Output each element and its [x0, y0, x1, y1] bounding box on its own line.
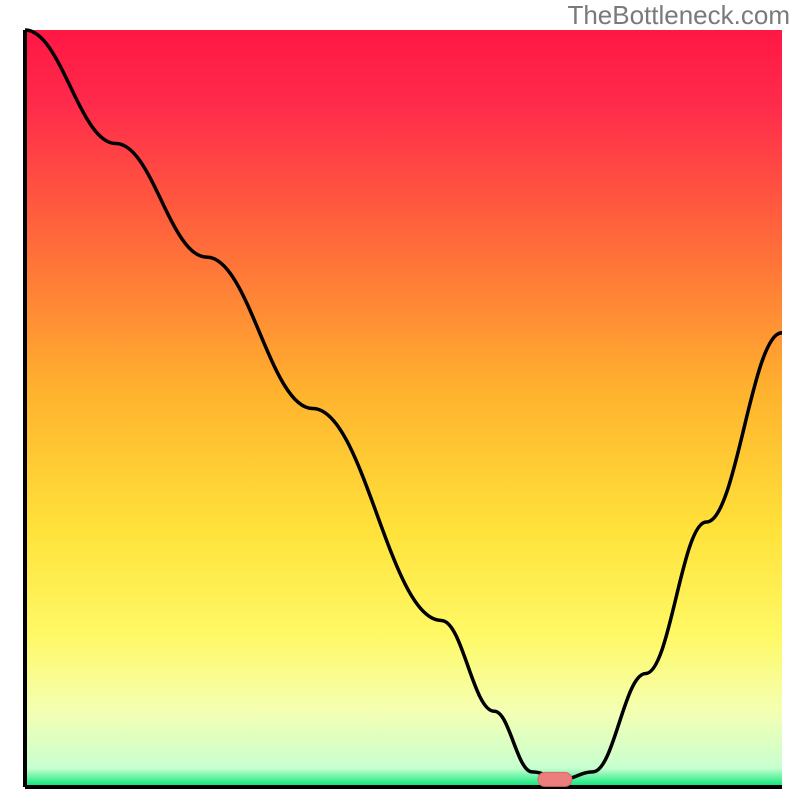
plot-background [25, 30, 782, 787]
optimum-marker [538, 772, 572, 786]
watermark-label: TheBottleneck.com [567, 0, 790, 31]
chart-container: TheBottleneck.com [0, 0, 800, 800]
bottleneck-chart [0, 0, 800, 800]
